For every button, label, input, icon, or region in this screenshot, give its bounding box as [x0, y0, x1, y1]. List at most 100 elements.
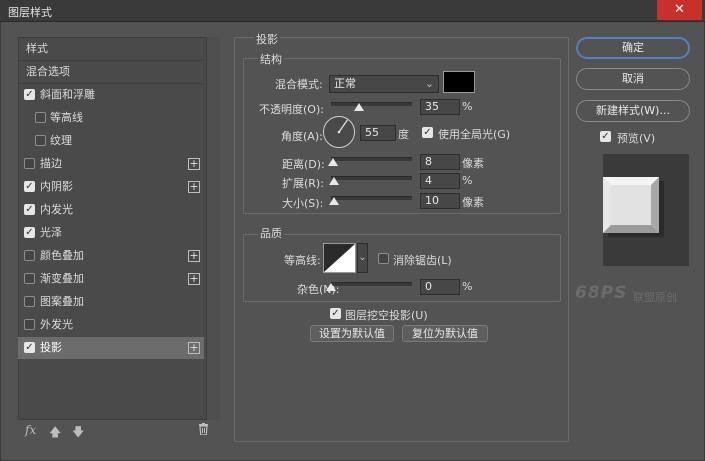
- size-slider-thumb[interactable]: [329, 197, 340, 205]
- knockout-checkbox[interactable]: ✓: [330, 308, 341, 319]
- add-style-plus-icon[interactable]: +: [188, 342, 200, 354]
- section-title: 投影: [254, 31, 280, 47]
- add-style-plus-icon[interactable]: +: [188, 273, 200, 285]
- style-list-item[interactable]: 混合选项: [18, 61, 204, 84]
- style-list-item[interactable]: ✓ 光泽: [18, 222, 204, 244]
- style-list-item[interactable]: 颜色叠加 +: [18, 245, 204, 267]
- size-slider[interactable]: [331, 196, 412, 200]
- close-button[interactable]: ✕: [657, 0, 702, 20]
- style-list-item[interactable]: ✓ 内阴影 +: [18, 176, 204, 198]
- opacity-slider-thumb[interactable]: [354, 103, 365, 111]
- style-list-item[interactable]: ✓ 斜面和浮雕: [18, 84, 204, 106]
- style-list-item[interactable]: ✓ 内发光: [18, 199, 204, 221]
- style-list-item[interactable]: 描边 +: [18, 153, 204, 175]
- preview-checkbox[interactable]: ✓: [600, 131, 611, 142]
- spread-label: 扩展(R):: [282, 177, 324, 190]
- noise-input[interactable]: 0: [420, 279, 460, 295]
- style-checkbox[interactable]: ✓: [24, 227, 35, 238]
- angle-label: 角度(A):: [281, 130, 323, 143]
- style-list-item[interactable]: 图案叠加: [18, 291, 204, 313]
- style-list-label: 等高线: [50, 111, 83, 124]
- style-list-item[interactable]: ✓ 投影 +: [18, 337, 204, 359]
- noise-slider-thumb[interactable]: [326, 283, 336, 291]
- window-title: 图层样式: [8, 6, 52, 19]
- angle-unit: 度: [398, 128, 409, 141]
- global-light-checkbox[interactable]: ✓: [422, 127, 433, 138]
- watermark-text: 联盟原创: [633, 291, 677, 304]
- opacity-slider[interactable]: [331, 102, 412, 106]
- angle-dial[interactable]: [323, 116, 355, 148]
- style-list-label: 光泽: [40, 226, 62, 239]
- style-list-label: 内阴影: [40, 180, 73, 193]
- contour-dropdown-chevron-icon[interactable]: ⌄: [357, 243, 368, 273]
- style-checkbox[interactable]: [24, 296, 35, 307]
- antialias-checkbox[interactable]: [378, 253, 389, 264]
- size-unit: 像素: [462, 196, 484, 209]
- add-style-plus-icon[interactable]: +: [188, 250, 200, 262]
- style-checkbox[interactable]: [24, 158, 35, 169]
- structure-title: 结构: [258, 51, 284, 67]
- style-list-item[interactable]: 样式: [18, 38, 204, 61]
- watermark-logo: 68PS: [575, 283, 628, 303]
- style-list-label: 投影: [40, 341, 62, 354]
- contour-label: 等高线:: [284, 254, 321, 267]
- style-preview: [603, 154, 689, 266]
- noise-unit: %: [462, 280, 473, 293]
- set-default-button[interactable]: 设置为默认值: [310, 325, 394, 342]
- style-list-item[interactable]: 纹理: [18, 130, 204, 152]
- distance-unit: 像素: [462, 157, 484, 170]
- style-checkbox[interactable]: ✓: [24, 181, 35, 192]
- styles-toolbar: fx 🡅 🡇: [18, 420, 220, 442]
- move-up-icon[interactable]: 🡅: [49, 423, 61, 444]
- distance-slider-thumb[interactable]: [328, 158, 339, 166]
- spread-input[interactable]: 4: [420, 173, 460, 189]
- distance-label: 距离(D):: [282, 158, 325, 171]
- add-style-plus-icon[interactable]: +: [188, 158, 200, 170]
- opacity-unit: %: [462, 100, 473, 113]
- blend-mode-value: 正常: [334, 77, 356, 90]
- size-input[interactable]: 10: [420, 193, 460, 209]
- style-list-label: 颜色叠加: [40, 249, 84, 262]
- spread-slider-thumb[interactable]: [329, 177, 340, 185]
- shadow-color-swatch[interactable]: [443, 71, 475, 93]
- preview-label: 预览(V): [617, 132, 656, 145]
- quality-group: [243, 234, 561, 302]
- style-checkbox[interactable]: ✓: [24, 89, 35, 100]
- move-down-icon[interactable]: 🡇: [72, 423, 84, 444]
- style-list-item[interactable]: 外发光: [18, 314, 204, 336]
- style-list-item[interactable]: 等高线: [18, 107, 204, 129]
- style-checkbox[interactable]: [24, 250, 35, 261]
- style-list-label: 图案叠加: [40, 295, 84, 308]
- style-checkbox[interactable]: ✓: [24, 204, 35, 215]
- fx-icon[interactable]: fx: [25, 423, 36, 437]
- styles-list-scrollbar[interactable]: [206, 37, 220, 420]
- style-checkbox[interactable]: [24, 273, 35, 284]
- spread-slider[interactable]: [331, 176, 412, 180]
- style-list-item[interactable]: 渐变叠加 +: [18, 268, 204, 290]
- blend-mode-select[interactable]: 正常 ⌄: [329, 75, 439, 93]
- spread-unit: %: [462, 174, 473, 187]
- knockout-label: 图层挖空投影(U): [345, 309, 428, 322]
- distance-input[interactable]: 8: [420, 154, 460, 170]
- style-list-label: 混合选项: [26, 65, 70, 78]
- ok-button[interactable]: 确定: [576, 37, 690, 59]
- contour-linear-icon: [324, 244, 355, 272]
- quality-title: 品质: [258, 225, 284, 241]
- opacity-input[interactable]: 35: [420, 99, 460, 115]
- new-style-button[interactable]: 新建样式(W)...: [576, 100, 690, 122]
- noise-slider[interactable]: [331, 282, 412, 286]
- distance-slider[interactable]: [331, 157, 412, 161]
- cancel-button[interactable]: 取消: [576, 68, 690, 90]
- angle-input[interactable]: 55: [360, 125, 396, 141]
- size-label: 大小(S):: [282, 197, 324, 210]
- trash-icon[interactable]: [198, 423, 209, 438]
- reset-default-button[interactable]: 复位为默认值: [402, 325, 488, 342]
- add-style-plus-icon[interactable]: +: [188, 181, 200, 193]
- contour-preview[interactable]: [323, 243, 356, 273]
- preview-swatch: [603, 177, 664, 237]
- style-checkbox[interactable]: ✓: [24, 342, 35, 353]
- style-checkbox[interactable]: [24, 319, 35, 330]
- style-checkbox[interactable]: [35, 135, 46, 146]
- style-checkbox[interactable]: [35, 112, 46, 123]
- antialias-label: 消除锯齿(L): [393, 254, 452, 267]
